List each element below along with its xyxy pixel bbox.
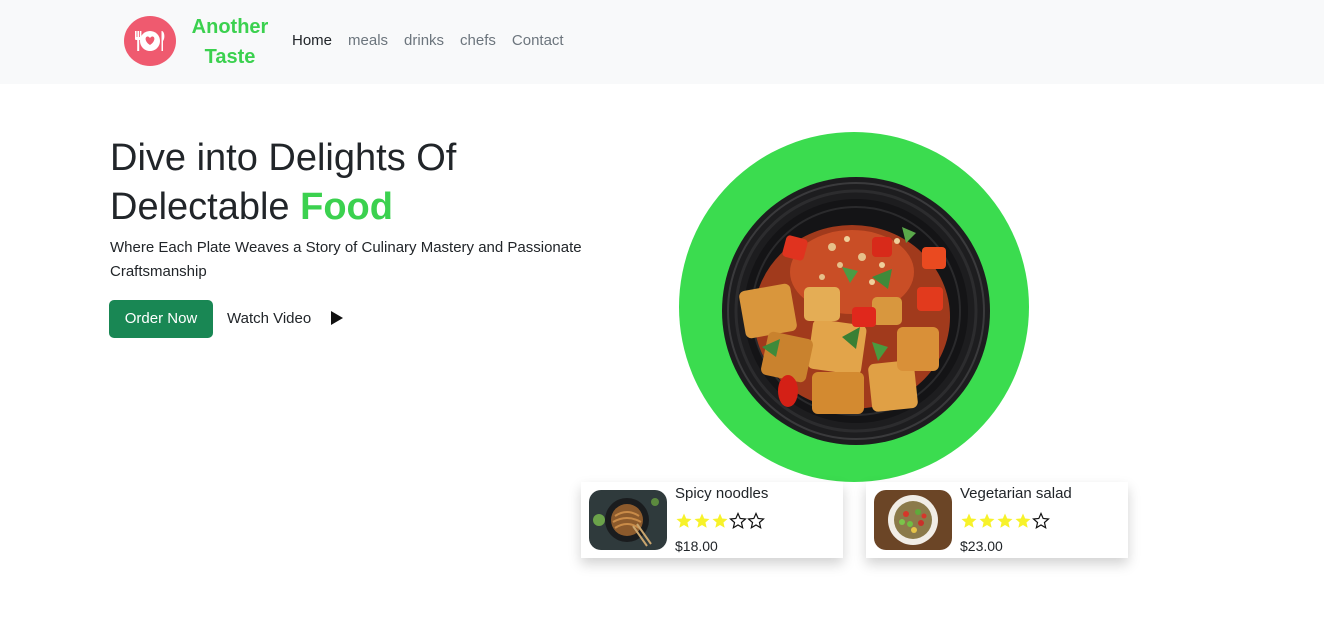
food-plate-image bbox=[722, 177, 990, 445]
play-icon[interactable] bbox=[330, 310, 344, 326]
card-title: Spicy noodles bbox=[675, 485, 769, 502]
star-filled-icon bbox=[1015, 513, 1031, 528]
noodles-thumbnail bbox=[589, 490, 667, 550]
hero-title-line-2-prefix: Delectable bbox=[110, 186, 290, 228]
navbar: Another Taste Home meals drinks chefs Co… bbox=[0, 0, 1324, 84]
card-price: $23.00 bbox=[960, 538, 1003, 554]
star-filled-icon bbox=[676, 513, 692, 528]
nav-link-meals[interactable]: meals bbox=[348, 30, 388, 52]
hero-title-line-1: Dive into Delights Of bbox=[110, 137, 457, 179]
nav-link-chefs[interactable]: chefs bbox=[460, 30, 496, 52]
card-title: Vegetarian salad bbox=[960, 485, 1072, 502]
nav-link-drinks[interactable]: drinks bbox=[404, 30, 444, 52]
food-card-vegetarian-salad[interactable]: Vegetarian salad $23.00 bbox=[866, 482, 1128, 558]
star-empty-icon bbox=[729, 512, 747, 529]
order-now-button[interactable]: Order Now bbox=[109, 300, 213, 338]
plate-heart-icon bbox=[135, 31, 165, 51]
rating-stars bbox=[960, 512, 1050, 530]
hero-subtitle: Where Each Plate Weaves a Story of Culin… bbox=[110, 239, 582, 280]
salad-thumbnail bbox=[874, 490, 952, 550]
food-card-spicy-noodles[interactable]: Spicy noodles $18.00 bbox=[581, 482, 843, 558]
card-price: $18.00 bbox=[675, 538, 718, 554]
hero-title-accent: Food bbox=[300, 186, 393, 228]
nav-link-home[interactable]: Home bbox=[292, 30, 332, 52]
star-filled-icon bbox=[694, 513, 710, 528]
nav-links: Home meals drinks chefs Contact bbox=[292, 30, 580, 52]
star-empty-icon bbox=[747, 512, 765, 529]
star-filled-icon bbox=[997, 513, 1013, 528]
brand-line-2: Taste bbox=[204, 46, 256, 68]
star-filled-icon bbox=[712, 513, 728, 528]
watch-video-link[interactable]: Watch Video bbox=[227, 308, 311, 330]
rating-stars bbox=[675, 512, 765, 530]
star-filled-icon bbox=[979, 513, 995, 528]
star-filled-icon bbox=[961, 513, 977, 528]
logo[interactable] bbox=[124, 16, 176, 66]
brand-line-1: Another bbox=[191, 16, 269, 38]
star-empty-icon bbox=[1032, 512, 1050, 529]
brand-name[interactable]: Another Taste bbox=[184, 12, 276, 72]
hero-title: Dive into Delights Of Delectable Food bbox=[110, 134, 610, 232]
nav-link-contact[interactable]: Contact bbox=[512, 30, 564, 52]
